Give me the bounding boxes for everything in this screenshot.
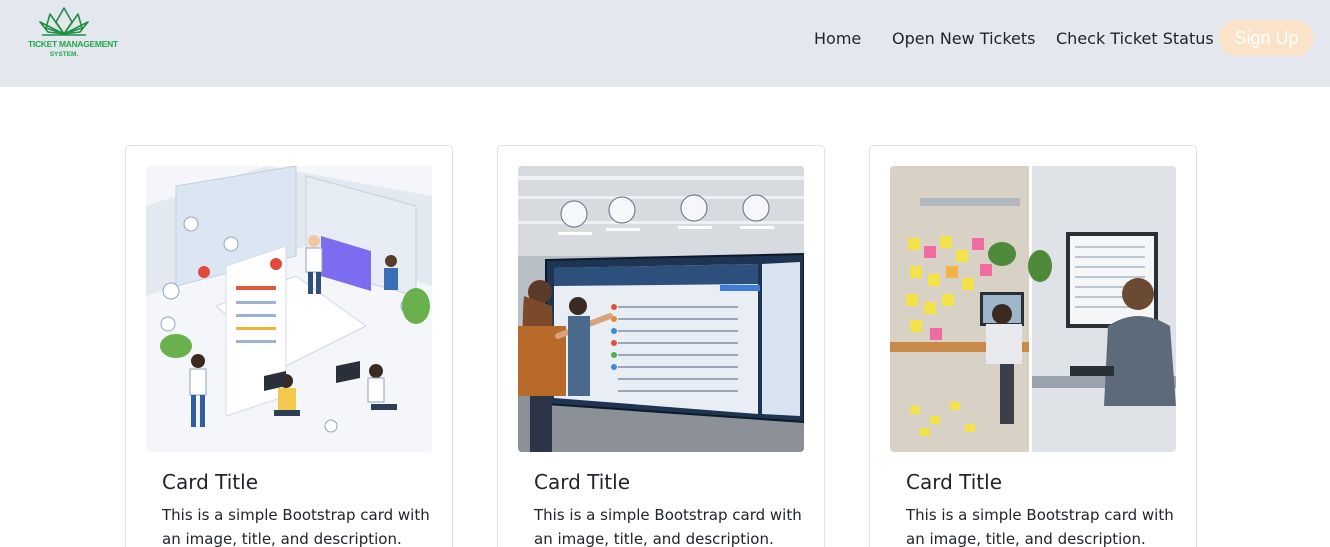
card-title: Card Title — [162, 470, 259, 494]
brand-logo[interactable]: TICKET MANAGEMENT SYSTEM. — [28, 4, 118, 60]
card-image — [890, 166, 1176, 452]
nav-open-new-tickets-link[interactable]: Open New Tickets — [892, 29, 1035, 48]
nav-check-ticket-status-link[interactable]: Check Ticket Status — [1056, 29, 1214, 48]
lotus-logo-icon — [39, 7, 89, 36]
card-description: This is a simple Bootstrap card with an … — [906, 506, 1174, 547]
card-image — [518, 166, 804, 452]
card-title: Card Title — [906, 470, 1003, 494]
navbar: TICKET MANAGEMENT SYSTEM. Home Open New … — [0, 0, 1330, 87]
sign-up-button[interactable]: Sign Up — [1219, 20, 1314, 56]
nav-home-link[interactable]: Home — [814, 29, 861, 48]
brand-subtitle: SYSTEM. — [49, 51, 79, 58]
card: Card Title This is a simple Bootstrap ca… — [125, 145, 453, 547]
card: Card Title This is a simple Bootstrap ca… — [497, 145, 825, 547]
card-title: Card Title — [534, 470, 631, 494]
card-description: This is a simple Bootstrap card with an … — [534, 506, 802, 547]
card: Card Title This is a simple Bootstrap ca… — [869, 145, 1197, 547]
card-description: This is a simple Bootstrap card with an … — [162, 506, 430, 547]
card-image — [146, 166, 432, 452]
brand-name: TICKET MANAGEMENT — [28, 39, 118, 49]
